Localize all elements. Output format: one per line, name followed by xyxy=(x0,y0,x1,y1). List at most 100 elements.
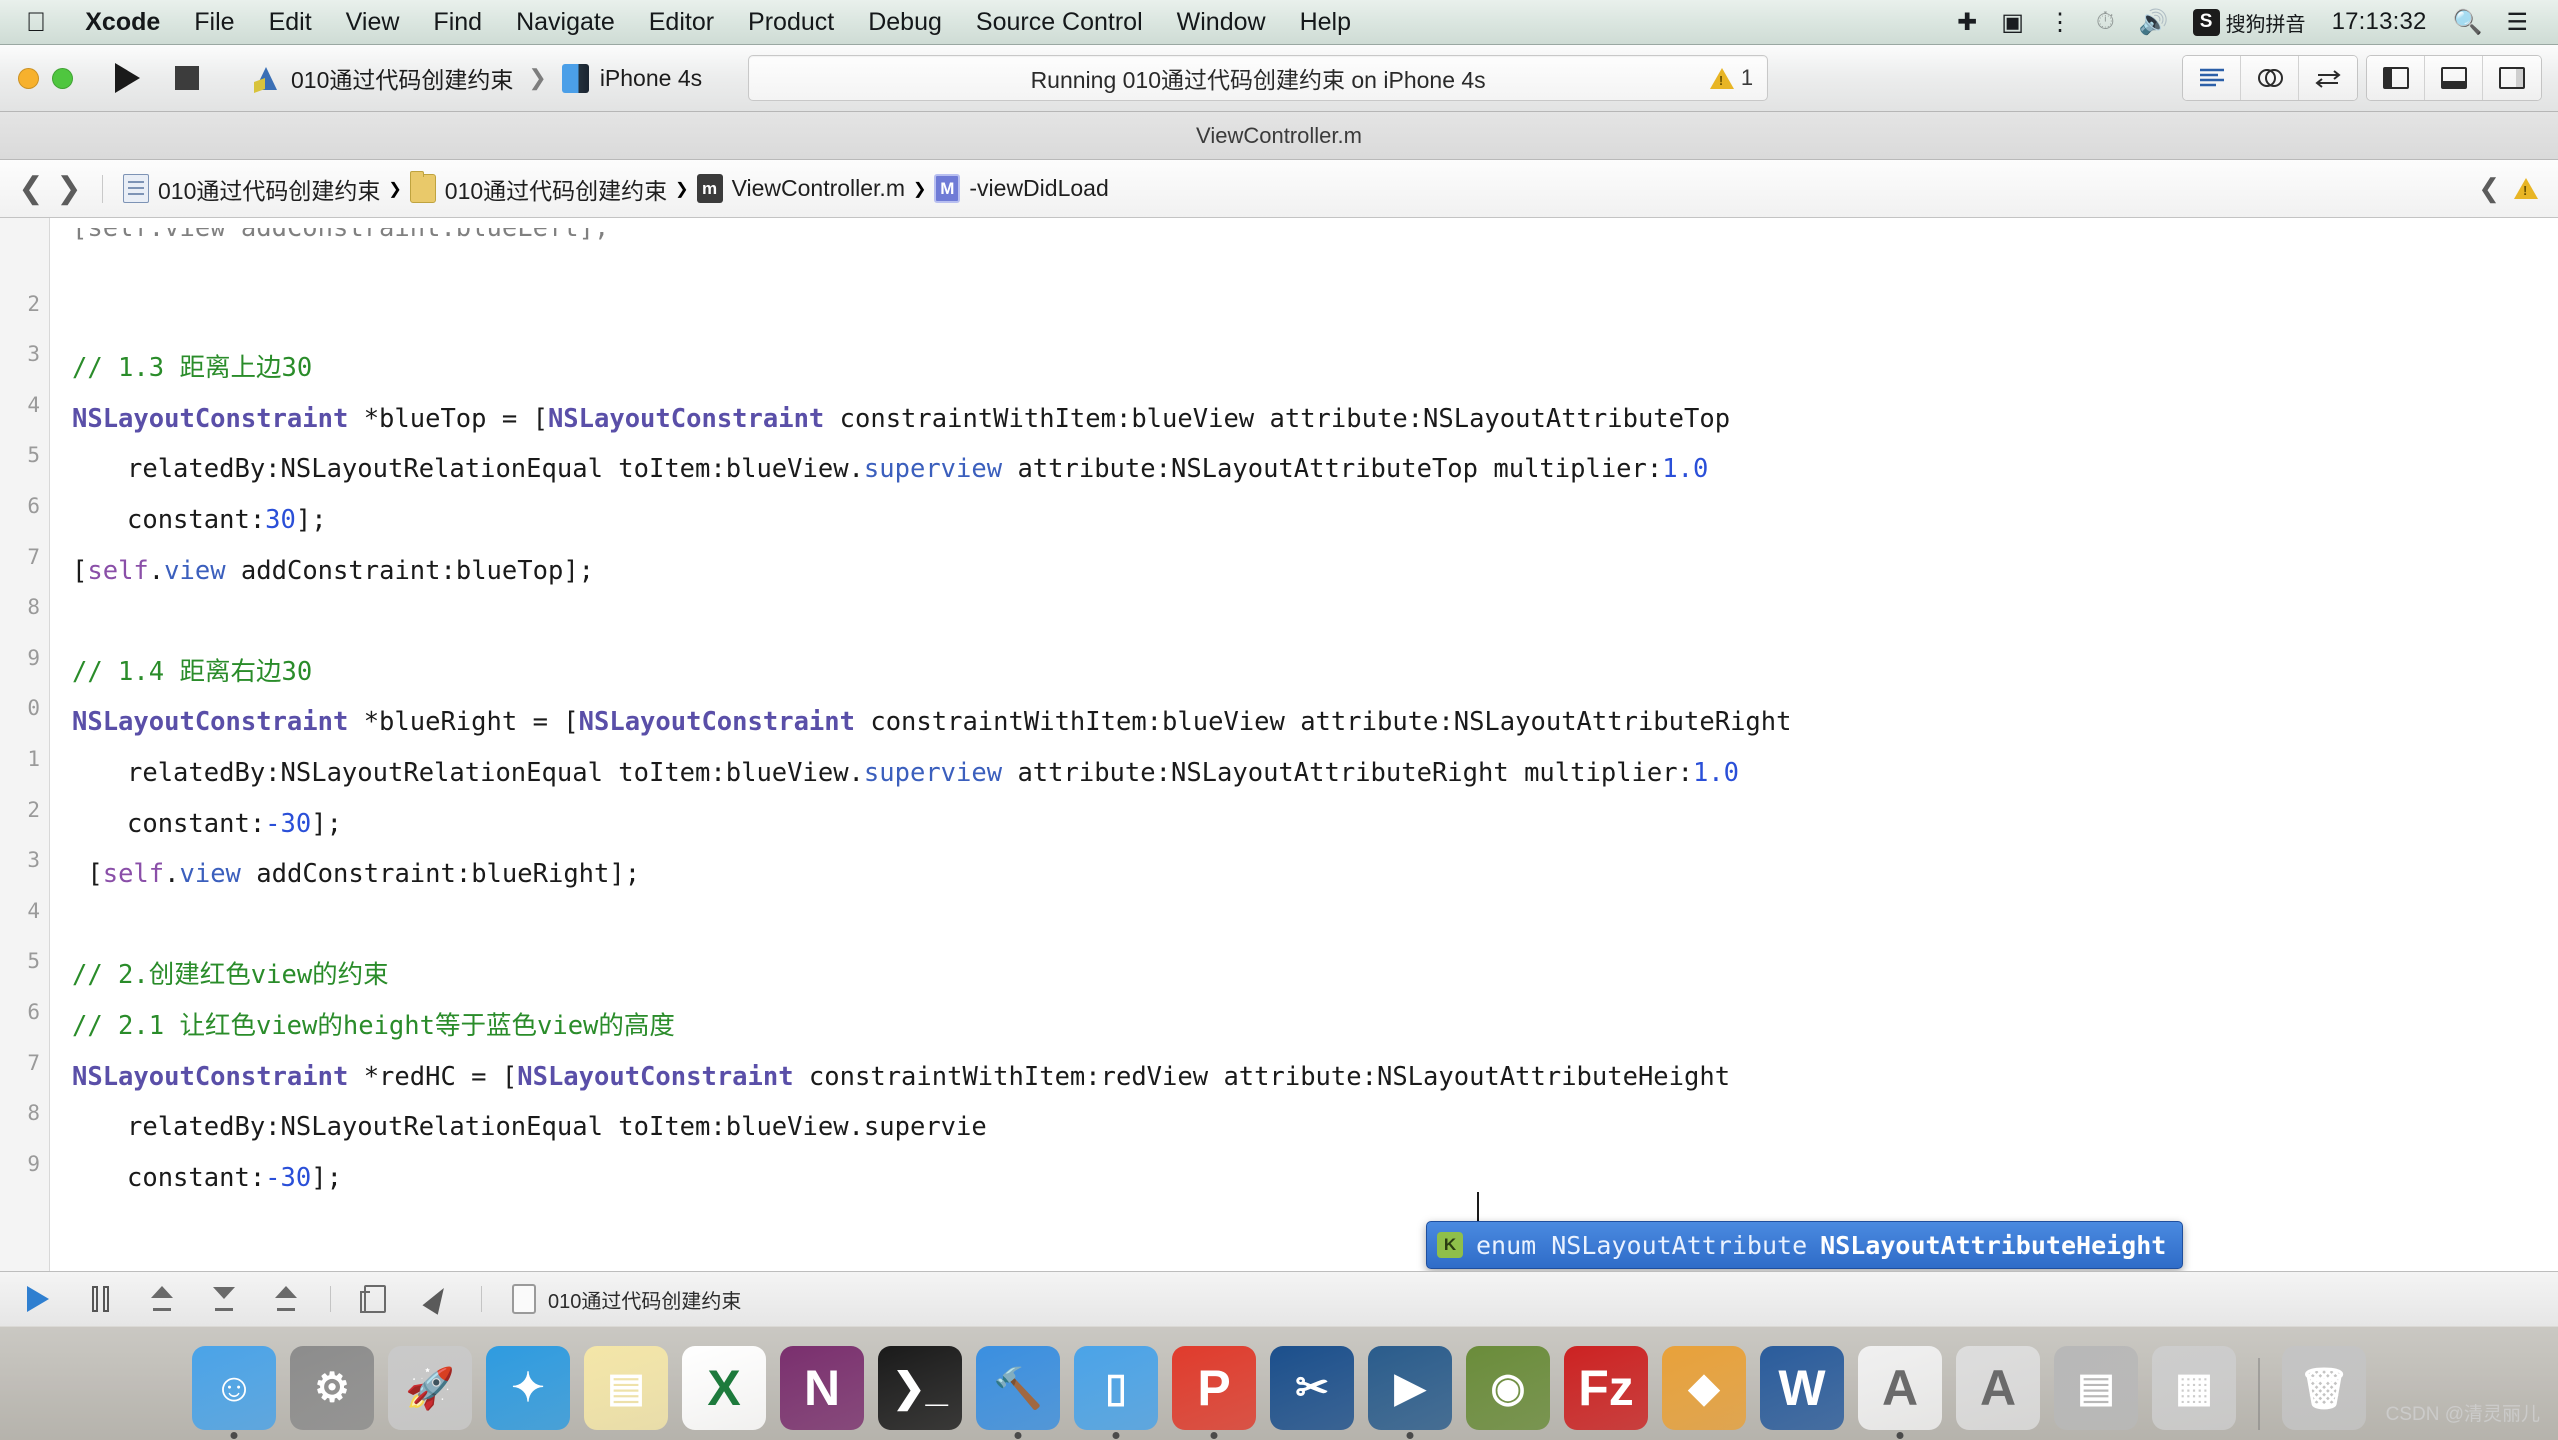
notification-center-icon[interactable]: ☰ xyxy=(2494,8,2540,37)
autocomplete-tooltip[interactable]: K enum NSLayoutAttribute NSLayoutAttribu… xyxy=(1426,1221,2183,1269)
dock-item-pdf-reader[interactable]: P xyxy=(1172,1346,1256,1430)
pause-icon[interactable] xyxy=(82,1282,118,1316)
screen-record-icon[interactable]: ▣ xyxy=(1989,8,2036,37)
previous-issue-icon[interactable]: ❮ xyxy=(2478,173,2500,204)
dock-item-terminal[interactable]: ❯_ xyxy=(878,1346,962,1430)
dock-item-xcode[interactable]: 🔨 xyxy=(976,1346,1060,1430)
code-line[interactable]: NSLayoutConstraint *redHC = [NSLayoutCon… xyxy=(50,1052,2558,1103)
menu-item-file[interactable]: File xyxy=(177,0,251,44)
continue-icon[interactable] xyxy=(20,1282,56,1316)
dock-item-sketch[interactable]: ◆ xyxy=(1662,1346,1746,1430)
menu-item-help[interactable]: Help xyxy=(1283,0,1368,44)
code-line[interactable] xyxy=(50,242,2558,293)
debug-area-toggle-icon[interactable] xyxy=(2425,56,2483,100)
process-name: 010通过代码创建约束 xyxy=(548,1285,741,1314)
breadcrumb-file[interactable]: m ViewController.m xyxy=(693,174,909,203)
breadcrumb-folder[interactable]: 010通过代码创建约束 xyxy=(406,172,671,206)
volume-icon[interactable]: 🔊 xyxy=(2127,8,2181,37)
dock-item-preview[interactable]: A xyxy=(1858,1346,1942,1430)
stop-button[interactable] xyxy=(167,58,207,98)
version-editor-icon[interactable] xyxy=(2299,56,2357,100)
bluetooth-icon[interactable]: ✚ xyxy=(1945,8,1989,37)
menu-item-navigate[interactable]: Navigate xyxy=(499,0,632,44)
menu-item-xcode[interactable]: Xcode xyxy=(68,0,177,44)
source-editor[interactable]: 234567890123456789 [self.view addConstra… xyxy=(0,218,2558,1271)
menu-item-view[interactable]: View xyxy=(329,0,417,44)
code-line[interactable]: relatedBy:NSLayoutRelationEqual toItem:b… xyxy=(50,444,2558,495)
breadcrumb-chevron-icon: ❯ xyxy=(913,179,926,199)
search-icon[interactable]: 🔍 xyxy=(2441,8,2495,37)
dock-item-app-store[interactable]: A xyxy=(1956,1346,2040,1430)
code-line[interactable] xyxy=(50,900,2558,951)
menu-bar-clock[interactable]: 17:13:32 xyxy=(2318,8,2441,36)
code-line[interactable]: // 2.1 让红色view的height等于蓝色view的高度 xyxy=(50,1001,2558,1052)
step-over-icon[interactable] xyxy=(144,1282,180,1316)
code-line[interactable]: NSLayoutConstraint *blueRight = [NSLayou… xyxy=(50,697,2558,748)
breadcrumb-method[interactable]: M -viewDidLoad xyxy=(930,174,1112,203)
code-line[interactable]: [self.view addConstraint:blueLeft]; xyxy=(50,228,2558,242)
code-line[interactable]: constant:-30]; xyxy=(50,799,2558,850)
menu-item-product[interactable]: Product xyxy=(731,0,851,44)
input-method-indicator[interactable]: S 搜狗拼音 xyxy=(2181,8,2318,37)
view-hierarchy-icon[interactable] xyxy=(357,1282,393,1316)
dock-item-finder[interactable]: ☺ xyxy=(192,1346,276,1430)
window-close-button[interactable] xyxy=(18,68,39,89)
code-line[interactable]: NSLayoutConstraint *blueTop = [NSLayoutC… xyxy=(50,394,2558,445)
dock-item-simulator[interactable]: ▯ xyxy=(1074,1346,1158,1430)
code-line[interactable]: // 1.4 距离右边30 xyxy=(50,647,2558,698)
warning-icon[interactable] xyxy=(2514,178,2538,199)
code-line[interactable]: constant:30]; xyxy=(50,495,2558,546)
run-button[interactable] xyxy=(107,58,147,98)
dock-item-snipping-tool[interactable]: ✂ xyxy=(1270,1346,1354,1430)
code-line[interactable]: [self.view addConstraint:blueTop]; xyxy=(50,546,2558,597)
step-out-icon[interactable] xyxy=(268,1282,304,1316)
warning-badge[interactable]: 1 xyxy=(1710,65,1753,91)
sogou-badge: S xyxy=(2193,9,2220,36)
menu-item-edit[interactable]: Edit xyxy=(252,0,329,44)
code-line[interactable] xyxy=(50,596,2558,647)
menu-item-debug[interactable]: Debug xyxy=(851,0,959,44)
forward-arrow-icon[interactable]: ❯ xyxy=(52,171,86,206)
dock-item-downloads-stack[interactable]: ▤ xyxy=(2054,1346,2138,1430)
code-line[interactable]: constant:-30]; xyxy=(50,1153,2558,1204)
step-into-icon[interactable] xyxy=(206,1282,242,1316)
menu-item-source-control[interactable]: Source Control xyxy=(959,0,1160,44)
code-line[interactable] xyxy=(50,293,2558,344)
code-line[interactable]: relatedBy:NSLayoutRelationEqual toItem:b… xyxy=(50,1102,2558,1153)
location-simulate-icon[interactable] xyxy=(419,1282,455,1316)
code-line[interactable]: [self.view addConstraint:blueRight]; xyxy=(50,849,2558,900)
dock-item-filezilla[interactable]: Fz xyxy=(1564,1346,1648,1430)
dock-item-documents-stack[interactable]: ▦ xyxy=(2152,1346,2236,1430)
window-zoom-button[interactable] xyxy=(52,68,73,89)
standard-editor-icon[interactable] xyxy=(2183,56,2241,100)
code-content[interactable]: [self.view addConstraint:blueLeft]; // 1… xyxy=(50,218,2558,1271)
menu-item-find[interactable]: Find xyxy=(416,0,499,44)
dock-item-mamp[interactable]: ◉ xyxy=(1466,1346,1550,1430)
dock-item-quicktime[interactable]: ▶ xyxy=(1368,1346,1452,1430)
navigator-toggle-icon[interactable] xyxy=(2367,56,2425,100)
airplay-icon[interactable]: ⋮ xyxy=(2036,8,2084,37)
timemachine-icon[interactable]: ⏱ xyxy=(2084,8,2127,36)
dock-item-trash[interactable]: 🗑 xyxy=(2282,1346,2366,1430)
back-arrow-icon[interactable]: ❮ xyxy=(14,171,48,206)
code-line[interactable]: relatedBy:NSLayoutRelationEqual toItem:b… xyxy=(50,748,2558,799)
debug-process-chip[interactable]: 010通过代码创建约束 xyxy=(512,1284,741,1314)
dock-item-word[interactable]: W xyxy=(1760,1346,1844,1430)
assistant-editor-icon[interactable] xyxy=(2241,56,2299,100)
code-line[interactable]: // 2.创建红色view的约束 xyxy=(50,950,2558,1001)
dock-item-safari[interactable]: ✦ xyxy=(486,1346,570,1430)
editor-tab-bar[interactable]: ViewController.m xyxy=(0,112,2558,160)
menu-item-window[interactable]: Window xyxy=(1160,0,1283,44)
breadcrumb-project[interactable]: 010通过代码创建约束 xyxy=(119,172,384,206)
menu-item-editor[interactable]: Editor xyxy=(632,0,731,44)
code-line[interactable]: // 1.3 距离上边30 xyxy=(50,343,2558,394)
dock-item-notes[interactable]: ▤ xyxy=(584,1346,668,1430)
dock-item-onenote[interactable]: N xyxy=(780,1346,864,1430)
dock-item-launchpad[interactable]: 🚀 xyxy=(388,1346,472,1430)
apple-menu-icon[interactable]:  xyxy=(0,0,68,44)
dock-item-excel[interactable]: X xyxy=(682,1346,766,1430)
utilities-toggle-icon[interactable] xyxy=(2483,56,2541,100)
menu-items:  Xcode File Edit View Find Navigate Edi… xyxy=(0,0,1368,44)
dock-item-system-preferences[interactable]: ⚙ xyxy=(290,1346,374,1430)
scheme-selector[interactable]: 010通过代码创建约束 ❯ iPhone 4s xyxy=(237,55,718,101)
